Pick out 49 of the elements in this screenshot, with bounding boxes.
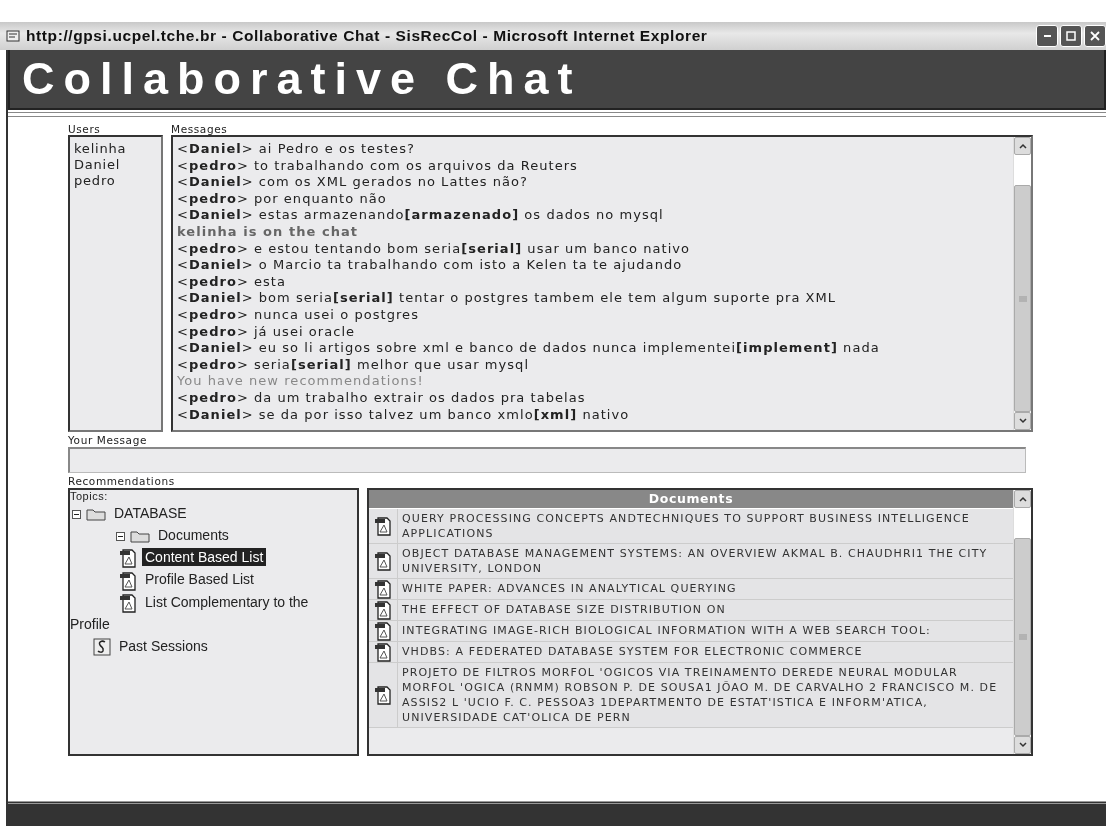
page-title: Collaborative Chat <box>22 53 582 105</box>
message-sender: <Daniel> <box>177 406 254 422</box>
tree-item[interactable]: Profile Based List <box>70 568 357 591</box>
section-label: Your Message <box>68 434 148 446</box>
tree-item[interactable]: DATABASE <box>70 502 357 524</box>
message-sender: <Daniel> <box>177 257 254 273</box>
message-text: bom seria[serial] tentar o postgres tambem ele tem algum suporte pra XML <box>258 290 837 306</box>
message-sender: <pedro> <box>177 306 249 322</box>
message-text: to trabalhando com os arquivos da Reuters <box>253 157 578 173</box>
column-header: Documents <box>369 490 1013 509</box>
message-sender: <pedro> <box>177 273 249 289</box>
message-text: eu so li artigos sobre xml e banco de dados nunca implementei[implement] nada <box>258 340 880 356</box>
message-sender: <pedro> <box>177 323 249 339</box>
message-sender: <pedro> <box>177 356 249 372</box>
section-label: Users <box>68 123 102 135</box>
user-item[interactable]: Daniel <box>70 157 121 173</box>
message-text: e estou tentando bom seria[serial] usar um banco nativo <box>253 240 691 256</box>
message-text: ai Pedro e os testes? <box>258 141 415 156</box>
section-label: Recommendations <box>68 475 176 487</box>
message-text: estas armazenando[armazenado] os dados no mysql <box>258 207 664 223</box>
message-text: se da por isso talvez um banco xmlo[xml] nativo <box>258 406 630 422</box>
message-text: com os XML gerados no Lattes não? <box>258 174 529 190</box>
section-label: Messages <box>171 123 229 135</box>
message-text: o Marcio ta trabalhando com isto a Kelen ta te ajudando <box>258 257 683 273</box>
message-sender: <pedro> <box>177 240 249 256</box>
user-item[interactable]: pedro <box>70 173 116 189</box>
system-message: kelinha is on the chat <box>177 223 359 239</box>
message-sender: <pedro> <box>177 389 249 405</box>
message-text: esta <box>253 273 286 289</box>
message-text: seria[serial] melhor que usar mysql <box>253 356 530 372</box>
tree-item[interactable]: Past Sessions <box>70 634 357 657</box>
message-sender: <Daniel> <box>177 141 254 156</box>
topics-label: Topics: <box>70 490 109 502</box>
notice-message: You have new recommendations! <box>177 373 424 389</box>
message-text: da um trabalho extrair os dados pra tabelas <box>253 389 586 405</box>
message-sender: <Daniel> <box>177 290 254 306</box>
tree-item[interactable]: Documents <box>70 524 357 546</box>
message-sender: <pedro> <box>177 157 249 173</box>
tree-item[interactable]: List Complementary to the Profile <box>70 590 357 635</box>
message-sender: <Daniel> <box>177 174 254 190</box>
message-text: já usei oracle <box>253 323 356 339</box>
message-text: nunca usei o postgres <box>253 306 419 322</box>
message-sender: <pedro> <box>177 190 249 206</box>
tree-item[interactable]: Content Based List <box>70 546 357 569</box>
window-title: http://gpsi.ucpel.tche.br - Collaborative Chat - SisRecCol - Microsoft Internet Explorer <box>26 27 708 45</box>
message-sender: <Daniel> <box>177 340 254 356</box>
message-sender: <Daniel> <box>177 207 254 223</box>
message-text: por enquanto não <box>253 190 387 206</box>
user-item[interactable]: kelinha <box>70 141 127 157</box>
